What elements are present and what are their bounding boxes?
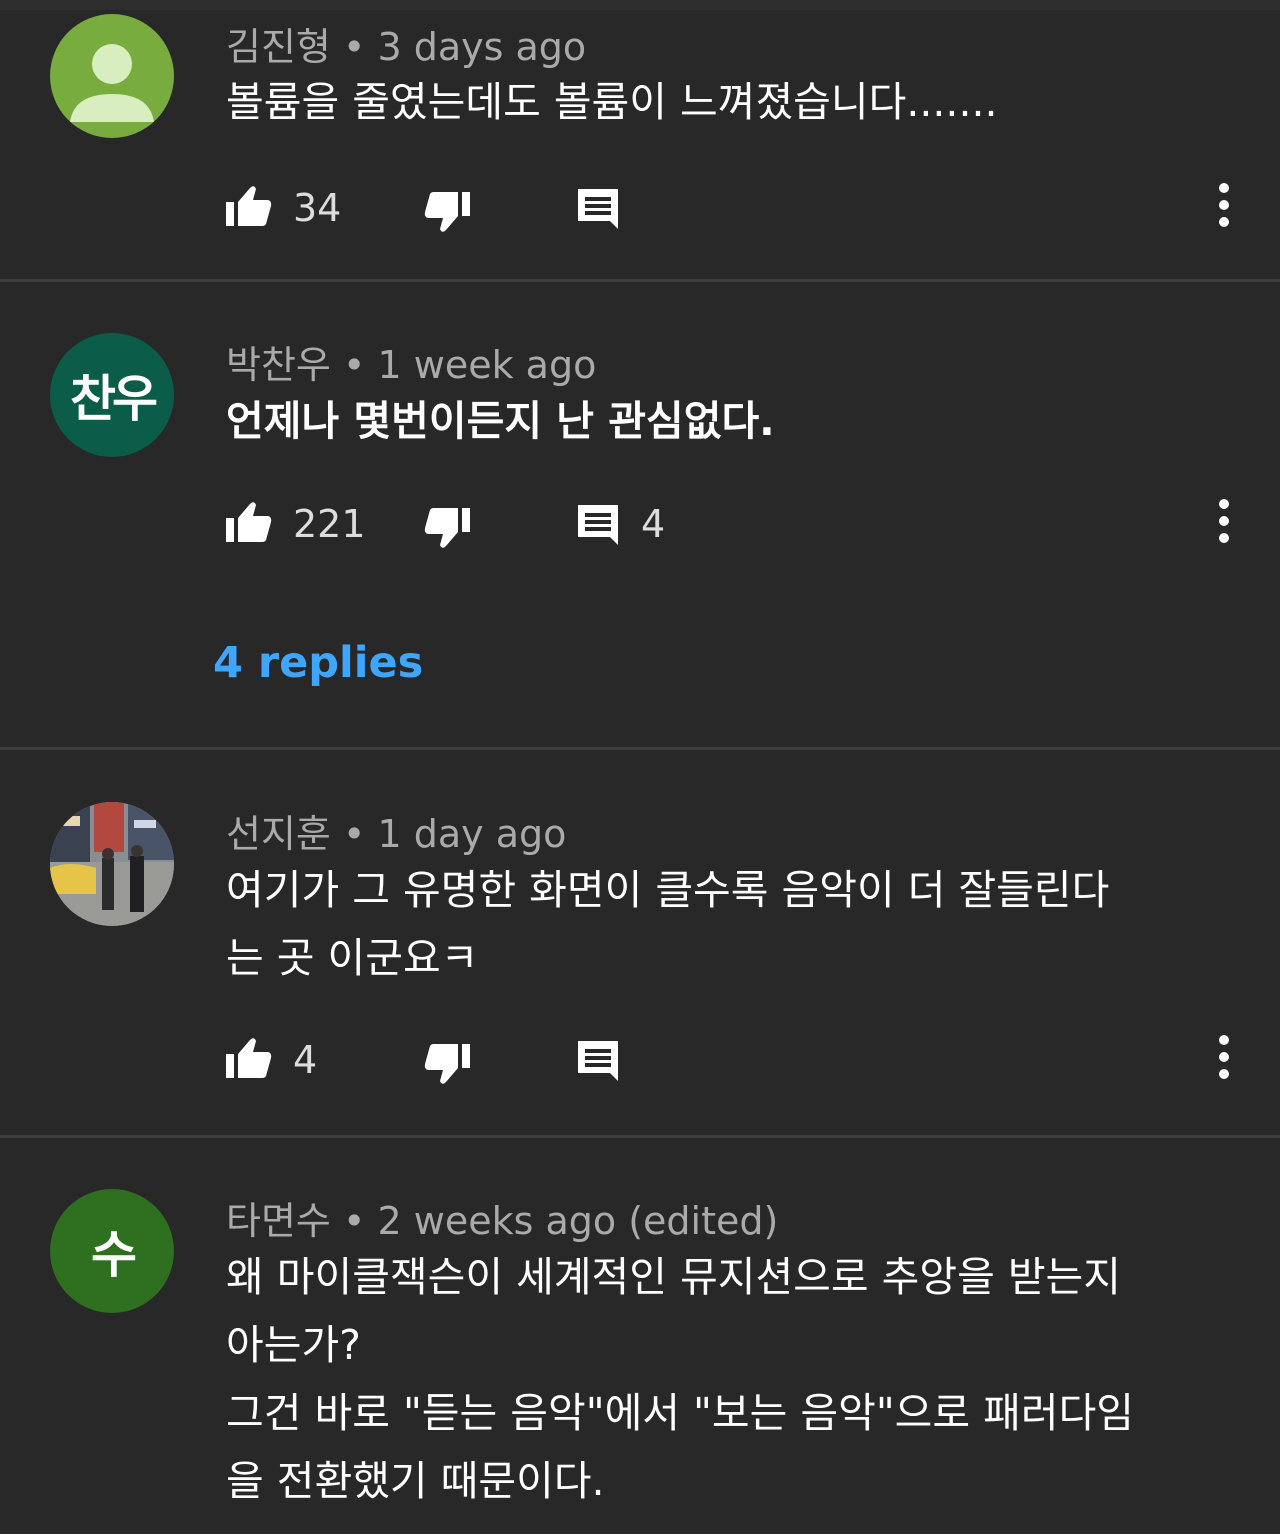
timestamp[interactable]: 2 weeks ago (edited) — [377, 1199, 778, 1243]
comment-text-line: 왜 마이클잭슨이 세계적인 뮤지션으로 추앙을 받는지 — [226, 1253, 1122, 1301]
comment-text-line: 는 곳 이군요ㅋ — [226, 934, 479, 982]
author-name[interactable]: 타면수 — [226, 1199, 331, 1243]
like-count: 34 — [293, 186, 342, 230]
comment-divider — [0, 1135, 1280, 1138]
comment-text-line: 그건 바로 "듣는 음악"에서 "보는 음악"으로 패러다임 — [226, 1389, 1135, 1437]
comment-meta: 박찬우 • 1 week ago — [226, 334, 596, 389]
dislike-icon[interactable] — [424, 190, 472, 234]
comment-text: 언제나 몇번이든지 난 관심없다. — [226, 387, 1236, 455]
timestamp[interactable]: 1 day ago — [377, 812, 566, 856]
like-icon[interactable] — [224, 500, 272, 544]
more-options-icon[interactable] — [1208, 178, 1240, 238]
avatar-initials: 수 — [91, 1226, 137, 1284]
comment-text: 여기가 그 유명한 화면이 클수록 음악이 더 잘들린다 는 곳 이군요ㅋ — [226, 856, 1236, 992]
meta-separator: • — [342, 25, 378, 69]
comment-text: 볼륨을 줄였는데도 볼륨이 느껴졌습니다....... — [226, 68, 1236, 136]
comment-text-line: 아는가? — [226, 1321, 361, 1369]
meta-separator: • — [342, 1199, 378, 1243]
view-replies-link[interactable]: 4 replies — [213, 638, 423, 688]
comment-text-line: 볼륨을 줄였는데도 볼륨이 느껴졌습니다....... — [226, 78, 998, 126]
avatar[interactable]: 찬우 — [50, 333, 174, 457]
dislike-icon[interactable] — [424, 506, 472, 550]
avatar-initials: 찬우 — [70, 370, 158, 428]
comment-meta: 타면수 • 2 weeks ago (edited) — [226, 1190, 778, 1245]
reply-count: 4 — [641, 502, 666, 546]
comment-divider — [0, 747, 1280, 750]
top-edge — [0, 0, 1280, 10]
avatar[interactable]: 수 — [50, 1189, 174, 1313]
reply-icon[interactable] — [576, 187, 620, 231]
more-options-icon[interactable] — [1208, 494, 1240, 554]
timestamp[interactable]: 1 week ago — [377, 343, 596, 387]
like-icon[interactable] — [224, 1036, 272, 1080]
like-count: 4 — [293, 1038, 318, 1082]
avatar[interactable] — [50, 802, 174, 926]
meta-separator: • — [342, 812, 378, 856]
comment-text-line: 여기가 그 유명한 화면이 클수록 음악이 더 잘들린다 — [226, 866, 1110, 914]
comment-meta: 김진형 • 3 days ago — [226, 16, 586, 71]
more-options-icon[interactable] — [1208, 1030, 1240, 1090]
like-count: 221 — [293, 502, 366, 546]
author-name[interactable]: 선지훈 — [226, 812, 331, 856]
default-person-icon — [70, 44, 154, 122]
author-name[interactable]: 김진형 — [226, 25, 331, 69]
timestamp[interactable]: 3 days ago — [377, 25, 586, 69]
comment-text-line: 을 전환했기 때문이다. — [226, 1457, 605, 1505]
reply-icon[interactable] — [576, 503, 620, 547]
meta-separator: • — [342, 343, 378, 387]
comment-actions: 221 4 — [0, 494, 1280, 554]
comment-divider — [0, 279, 1280, 282]
comment-actions: 34 — [0, 178, 1280, 238]
comment-text-line: 언제나 몇번이든지 난 관심없다. — [226, 397, 775, 445]
comment-meta: 선지훈 • 1 day ago — [226, 803, 566, 858]
comment-text: 왜 마이클잭슨이 세계적인 뮤지션으로 추앙을 받는지 아는가? 그건 바로 "… — [226, 1243, 1236, 1515]
street-photo-icon — [50, 802, 174, 926]
avatar[interactable] — [50, 14, 174, 138]
comment-actions: 4 — [0, 1030, 1280, 1090]
like-icon[interactable] — [224, 184, 272, 228]
reply-icon[interactable] — [576, 1039, 620, 1083]
dislike-icon[interactable] — [424, 1042, 472, 1086]
author-name[interactable]: 박찬우 — [226, 343, 331, 387]
